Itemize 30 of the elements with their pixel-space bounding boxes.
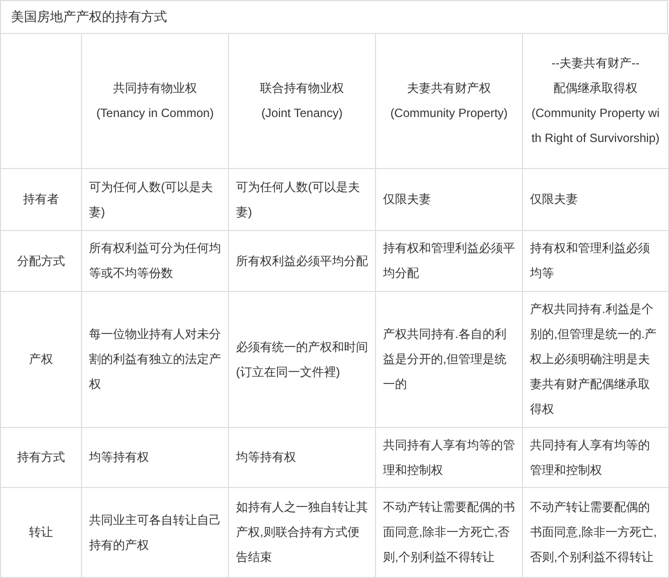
column-header: --夫妻共有财产-- 配偶继承取得权 (Community Property with Right of Survivorship)	[530, 55, 661, 147]
table-cell-text: 可为任何人数(可以是夫妻)	[236, 178, 361, 220]
table-cell-text: 产权共同持有.利益是个别的,但管理是统一的.产权上必须明确注明是夫妻共有财产配偶继承取得权	[530, 301, 658, 418]
table-cell-text: 不动产转让需要配偶的书面同意,除非一方死亡,否则,个别利益不得转让	[530, 499, 658, 566]
row-header: 产权	[29, 351, 53, 368]
table-cell-text: 可为任何人数(可以是夫妻)	[89, 178, 214, 220]
table-cell-text: 所有权利益可分为任何均等或不均等份数	[89, 240, 221, 282]
table-cell-text: 所有权利益必须平均分配	[236, 252, 368, 270]
table-cell-text: 不动产转让需要配偶的书面同意,除非一方死亡,否则,个别利益不得转让	[383, 499, 515, 566]
table-cell-text: 均等持有权	[89, 449, 149, 466]
table-cell-text: 持有权和管理利益必须平均分配	[383, 240, 515, 282]
table-cell-text: 产权共同持有.各自的利益是分开的,但管理是统一的	[383, 326, 508, 393]
row-header: 持有者	[23, 191, 59, 208]
row-header: 转让	[29, 524, 53, 541]
table-cell-text: 每一位物业持有人对未分割的利益有独立的法定产权	[89, 326, 221, 393]
table-cell-text: 共同业主可各自转让自己持有的产权	[89, 512, 221, 554]
table-cell-text: 如持有人之一独自转让其产权,则联合持有方式便告结束	[236, 499, 368, 566]
table-cell-text: 仅限夫妻	[383, 191, 431, 208]
column-header: 夫妻共有财产权 (Community Property)	[390, 80, 508, 122]
column-header: 联合持有物业权 (Joint Tenancy)	[260, 80, 344, 122]
row-header: 分配方式	[17, 252, 65, 270]
table-cell-text: 必须有统一的产权和时间(订立在同一文件裡)	[236, 338, 368, 380]
column-header: 共同持有物业权 (Tenancy in Common)	[96, 80, 214, 122]
table-cell-text: 共同持有人享有均等的管理和控制权	[530, 436, 651, 478]
row-header: 持有方式	[17, 449, 65, 466]
table-cell-text: 持有权和管理利益必须均等	[530, 240, 651, 282]
table-cell-text: 共同持有人享有均等的管理和控制权	[383, 436, 515, 478]
table-title: 美国房地产产权的持有方式	[11, 8, 167, 26]
table-cell-text: 均等持有权	[236, 449, 296, 466]
table-cell-text: 仅限夫妻	[530, 191, 578, 208]
